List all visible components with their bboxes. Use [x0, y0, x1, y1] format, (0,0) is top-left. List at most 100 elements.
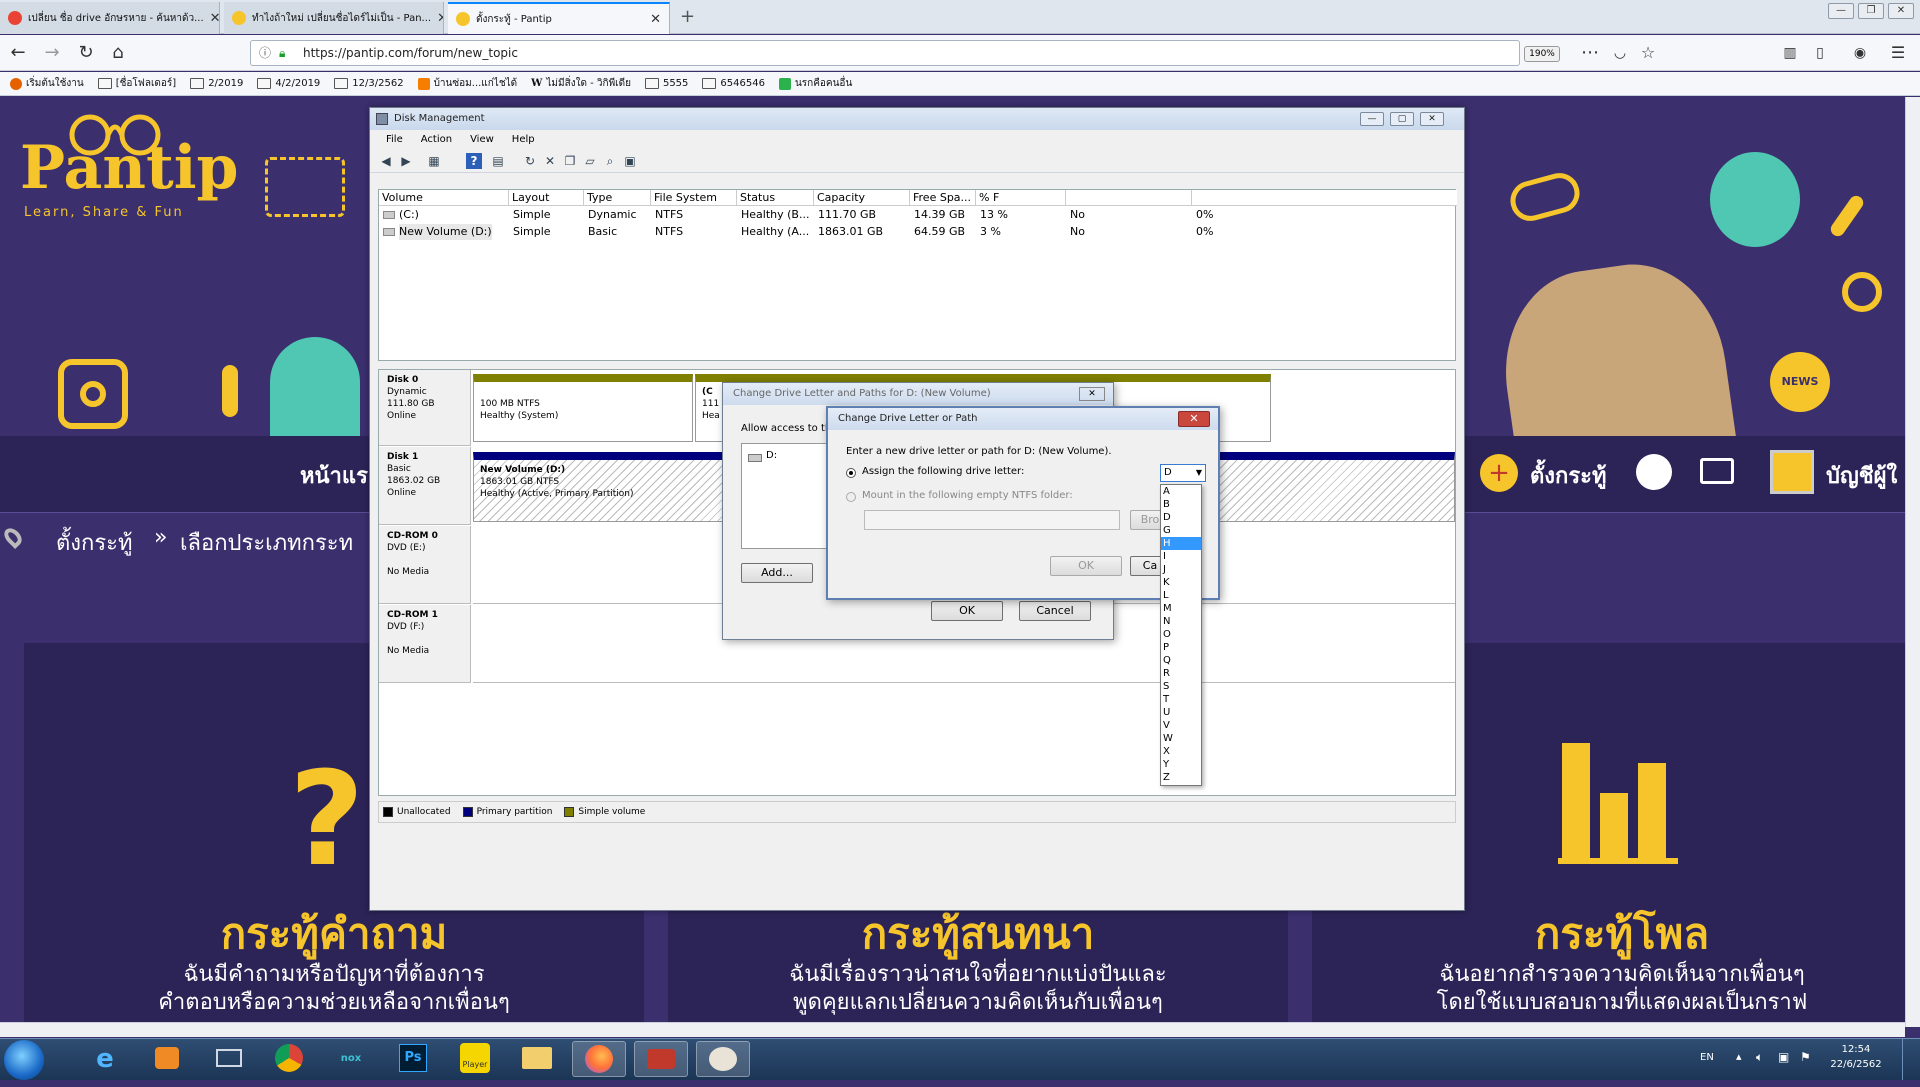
search-icon[interactable]: ⌕	[602, 153, 618, 169]
nav-post-topic-link[interactable]: ตั้งกระทู้	[1530, 458, 1606, 493]
minimize-icon[interactable]: —	[1360, 112, 1384, 126]
dialog-title[interactable]: Change Drive Letter or Path	[828, 408, 1218, 430]
bookmark-item[interactable]: 12/3/2562	[334, 78, 404, 89]
dropdown-option[interactable]: R	[1161, 667, 1201, 680]
menu-icon[interactable]: ☰	[1886, 41, 1910, 65]
col-header[interactable]: Type	[584, 190, 651, 206]
col-header[interactable]	[1066, 190, 1192, 206]
bookmark-star-icon[interactable]: ☆	[1636, 41, 1660, 65]
dropdown-option[interactable]: T	[1161, 693, 1201, 706]
dropdown-option[interactable]: V	[1161, 719, 1201, 732]
paint-icon[interactable]	[696, 1041, 750, 1077]
col-header[interactable]	[1192, 190, 1457, 206]
back-icon[interactable]: ◀	[378, 153, 394, 169]
notification-icon[interactable]	[1636, 454, 1672, 490]
media-player-icon[interactable]	[140, 1041, 194, 1077]
assign-letter-radio[interactable]	[846, 468, 856, 478]
reload-icon[interactable]: ↻	[74, 41, 98, 65]
breadcrumb-post[interactable]: ตั้งกระทู้	[56, 525, 132, 560]
properties-icon[interactable]: ▤	[490, 153, 506, 169]
console-tree-icon[interactable]: ▦	[426, 153, 442, 169]
page-horizontal-scrollbar[interactable]	[0, 1022, 1905, 1037]
pocket-icon[interactable]: ◡	[1608, 41, 1632, 65]
dropdown-option[interactable]: L	[1161, 589, 1201, 602]
bookmark-item[interactable]: [ชื่อโฟลเดอร์]	[97, 76, 176, 91]
volume-icon[interactable]: 🔈︎	[1756, 1050, 1763, 1065]
player-icon[interactable]: Player	[448, 1041, 502, 1077]
menu-file[interactable]: File	[386, 131, 403, 149]
menu-view[interactable]: View	[470, 131, 494, 149]
bookmark-item[interactable]: 5555	[644, 78, 688, 89]
mount-folder-radio[interactable]	[846, 492, 856, 502]
start-button[interactable]	[4, 1040, 44, 1080]
clock[interactable]: 12:54 22/6/2562	[1814, 1042, 1898, 1072]
copy-icon[interactable]: ❐	[562, 153, 578, 169]
close-tab-icon[interactable]: ✕	[210, 11, 219, 26]
col-header[interactable]: Layout	[509, 190, 584, 206]
col-header[interactable]: Capacity	[814, 190, 910, 206]
col-header[interactable]: File System	[651, 190, 737, 206]
chrome-icon[interactable]	[262, 1041, 316, 1077]
action-center-icon[interactable]: ⚑	[1800, 1050, 1811, 1064]
minimize-icon[interactable]: —	[1828, 3, 1854, 19]
dropdown-option[interactable]: N	[1161, 615, 1201, 628]
url-bar[interactable]: ⓘ 🔒︎ https://pantip.com/forum/new_topic	[250, 40, 1520, 66]
bookmark-item[interactable]: บ้านซ่อม...แก่ไชได้	[417, 76, 517, 91]
help-icon[interactable]: ?	[466, 153, 482, 169]
dm-title-bar[interactable]: Disk Management — ▢ ✕	[370, 108, 1464, 130]
bookmark-item[interactable]: นรกคือคนอื่น	[778, 76, 852, 91]
forward-icon[interactable]: ▶	[398, 153, 414, 169]
dropdown-option[interactable]: X	[1161, 745, 1201, 758]
dropdown-option[interactable]: J	[1161, 563, 1201, 576]
open-folder-icon[interactable]: ▱	[582, 153, 598, 169]
bookmark-item[interactable]: 4/2/2019	[257, 78, 320, 89]
add-topic-icon[interactable]: +	[1480, 454, 1518, 492]
nav-home-link[interactable]: หน้าแร	[300, 458, 368, 493]
close-icon[interactable]: ✕	[1079, 387, 1105, 401]
folder-path-input[interactable]	[864, 510, 1120, 530]
close-icon[interactable]: ✕	[1888, 3, 1914, 19]
dropdown-option[interactable]: D	[1161, 511, 1201, 524]
restore-icon[interactable]: ❐	[1858, 3, 1884, 19]
dropdown-option[interactable]: P	[1161, 641, 1201, 654]
page-vertical-scrollbar[interactable]	[1905, 97, 1920, 1027]
sidebar-icon[interactable]: ▯	[1808, 41, 1832, 65]
dropdown-option[interactable]: K	[1161, 576, 1201, 589]
tab-pantip-topic[interactable]: ทำไงถ้าใหม่ เปลี่ยนชื่อไดร์ไม่เป็น - Pan…	[224, 2, 444, 34]
menu-help[interactable]: Help	[512, 131, 535, 149]
close-icon[interactable]: ✕	[1178, 411, 1210, 427]
forward-icon[interactable]: →	[40, 41, 64, 65]
dropdown-option[interactable]: Q	[1161, 654, 1201, 667]
language-indicator[interactable]: EN	[1700, 1052, 1714, 1063]
new-tab-button[interactable]: +	[680, 6, 695, 27]
dialog-title[interactable]: Change Drive Letter and Paths for D: (Ne…	[723, 383, 1113, 405]
dropdown-option[interactable]: S	[1161, 680, 1201, 693]
close-icon[interactable]: ✕	[1420, 112, 1444, 126]
avatar[interactable]	[1770, 450, 1814, 494]
dropdown-option[interactable]: Z	[1161, 771, 1201, 784]
close-tab-icon[interactable]: ✕	[437, 11, 443, 26]
path-item[interactable]: D:	[766, 450, 777, 461]
maximize-icon[interactable]: ▢	[1390, 112, 1414, 126]
col-header[interactable]: % F	[976, 190, 1066, 206]
toolbox-icon[interactable]	[634, 1041, 688, 1077]
mail-icon[interactable]	[1700, 458, 1734, 484]
cancel-button[interactable]: Cancel	[1019, 601, 1091, 621]
bookmark-item[interactable]: 6546546	[702, 78, 765, 89]
disk-1-label[interactable]: Disk 1 Basic 1863.02 GB Online	[379, 447, 471, 525]
dropdown-option[interactable]: M	[1161, 602, 1201, 615]
col-header[interactable]: Free Spa...	[910, 190, 976, 206]
network-tray-icon[interactable]: ▣	[1778, 1050, 1789, 1064]
col-header[interactable]: Volume	[379, 190, 509, 206]
show-hidden-icons-icon[interactable]: ▴	[1736, 1050, 1742, 1063]
close-tab-icon[interactable]: ✕	[650, 12, 661, 27]
dropdown-option[interactable]: U	[1161, 706, 1201, 719]
menu-action[interactable]: Action	[421, 131, 452, 149]
dropdown-option[interactable]: Y	[1161, 758, 1201, 771]
dropdown-option[interactable]: W	[1161, 732, 1201, 745]
ok-button[interactable]: OK	[1050, 556, 1122, 576]
nox-icon[interactable]: nox	[324, 1041, 378, 1077]
dropdown-option[interactable]: O	[1161, 628, 1201, 641]
tab-pantip-new-topic[interactable]: ตั้งกระทู้ - Pantip ✕	[448, 2, 670, 34]
library-icon[interactable]: ▥	[1778, 41, 1802, 65]
